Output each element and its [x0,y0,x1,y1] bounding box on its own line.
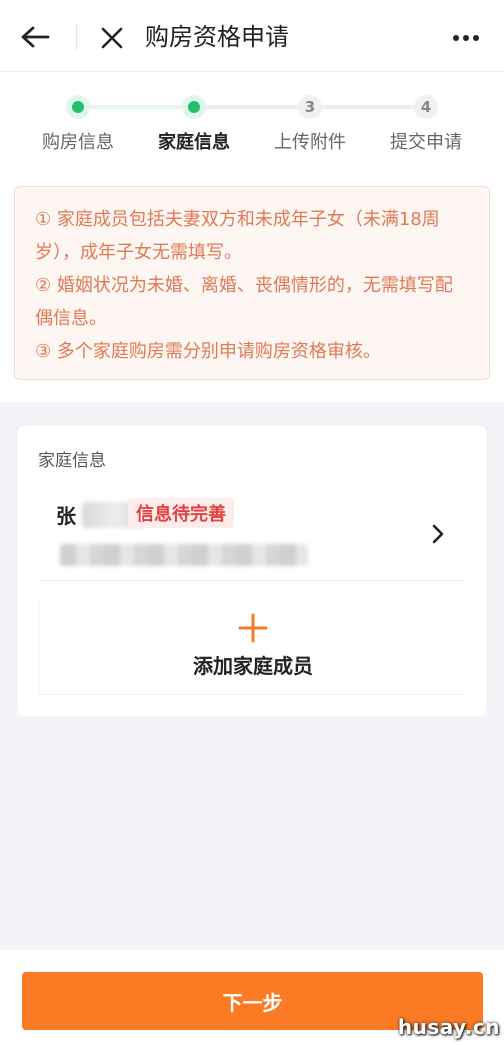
notice-box: ① 家庭成员包括夫妻双方和未成年子女（未满18周岁），成年子女无需填写。 ② 婚… [14,186,490,380]
notice-line-3: ③ 多个家庭购房需分别申请购房资格审核。 [35,341,381,362]
step-3-dot: 3 [298,95,322,119]
arrow-left-icon [21,26,50,48]
header-divider [76,24,77,50]
more-dots-icon [453,35,479,41]
step-4-label: 提交申请 [390,132,462,153]
progress-steps: 3 4 购房信息 家庭信息 上传附件 提交申请 [0,72,504,182]
step-2-dot [182,95,206,119]
step-track-done [78,105,194,109]
add-member-label: 添加家庭成员 [193,654,313,678]
status-badge: 信息待完善 [128,498,234,528]
close-icon [101,27,123,49]
close-button[interactable] [96,22,128,54]
watermark: husay.cn [397,1015,500,1039]
card-title: 家庭信息 [38,451,106,471]
notice-line-2: ② 婚姻状况为未婚、离婚、丧偶情形的，无需填写配偶信息。 [35,275,453,329]
chevron-right-icon [426,522,450,546]
plus-icon [238,613,268,643]
family-info-card: 家庭信息 张 信息待完善 添加家庭成员 [18,426,486,716]
back-button[interactable] [18,20,52,54]
step-2-label: 家庭信息 [158,132,230,153]
step-1-dot [66,95,90,119]
family-member-row[interactable]: 张 信息待完善 [38,488,466,581]
step-4-dot: 4 [414,95,438,119]
member-name: 张 [56,504,76,528]
blurred-id-number [60,544,308,566]
top-bar: 购房资格申请 [0,0,504,72]
top-section: 3 4 购房信息 家庭信息 上传附件 提交申请 ① 家庭成员包括夫妻双方和未成年… [0,72,504,402]
step-1-label: 购房信息 [42,132,114,153]
notice-line-1: ① 家庭成员包括夫妻双方和未成年子女（未满18周岁），成年子女无需填写。 [35,209,440,263]
add-family-member-button[interactable]: 添加家庭成员 [38,598,467,695]
more-button[interactable] [448,22,484,54]
step-3-label: 上传附件 [274,132,346,153]
page-title: 购房资格申请 [145,23,289,51]
